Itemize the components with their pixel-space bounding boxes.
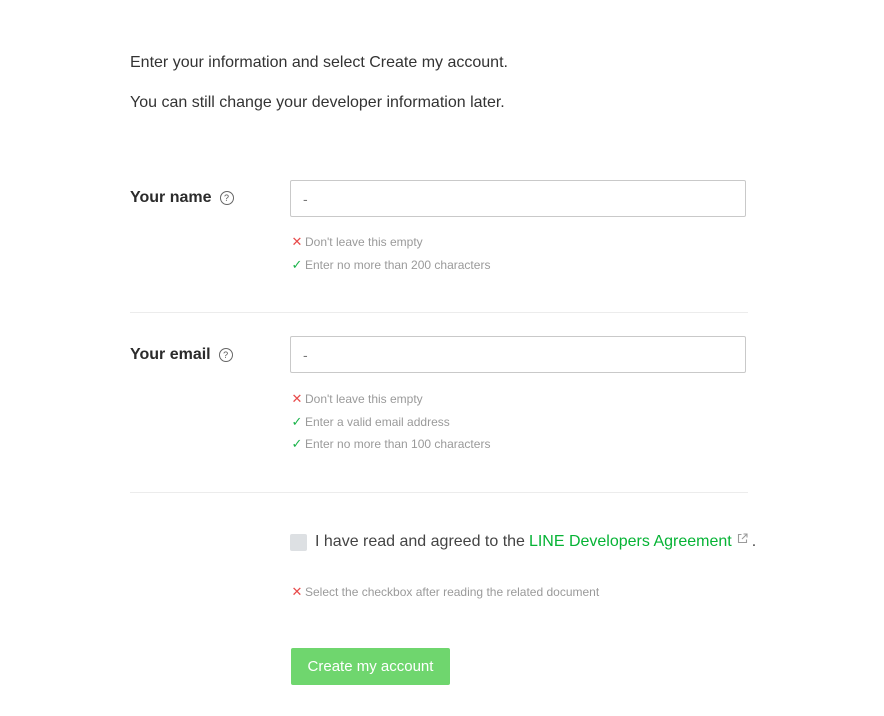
rule-text: Don't leave this empty: [305, 392, 423, 406]
name-rule-1: ✕ Don't leave this empty: [291, 234, 423, 250]
agreement-link[interactable]: LINE Developers Agreement: [529, 533, 732, 551]
agreement-error: ✕ Select the checkbox after reading the …: [291, 584, 600, 600]
cross-icon: ✕: [291, 234, 303, 249]
intro-line-2: You can still change your developer info…: [130, 94, 505, 111]
external-link-icon: [737, 532, 748, 544]
question-circle-icon[interactable]: ?: [219, 191, 234, 205]
email-rule-1: ✕ Don't leave this empty: [291, 391, 423, 407]
check-icon: ✓: [291, 257, 303, 272]
name-label-text: Your name: [130, 189, 212, 206]
check-icon: ✓: [291, 436, 303, 451]
rule-text: Enter no more than 200 characters: [305, 258, 491, 272]
divider: [130, 492, 748, 493]
create-account-button[interactable]: Create my account: [291, 648, 450, 685]
email-input[interactable]: [290, 336, 746, 373]
intro-line-1: Enter your information and select Create…: [130, 54, 508, 71]
rule-text: Select the checkbox after reading the re…: [305, 585, 600, 599]
cross-icon: ✕: [291, 391, 303, 406]
question-circle-icon[interactable]: ?: [218, 348, 233, 362]
divider: [130, 312, 748, 313]
agreement-row: I have read and agreed to the LINE Devel…: [290, 532, 757, 551]
email-rule-3: ✓ Enter no more than 100 characters: [291, 436, 491, 452]
agreement-prefix: I have read and agreed to the: [315, 533, 525, 550]
rule-text: Enter no more than 100 characters: [305, 437, 491, 451]
cross-icon: ✕: [291, 584, 303, 599]
rule-text: Enter a valid email address: [305, 415, 450, 429]
email-label-text: Your email: [130, 346, 211, 363]
email-label: Your email ?: [130, 346, 233, 364]
name-input[interactable]: [290, 180, 746, 217]
rule-text: Don't leave this empty: [305, 235, 423, 249]
name-rule-2: ✓ Enter no more than 200 characters: [291, 257, 491, 273]
agreement-suffix: .: [751, 533, 757, 550]
agreement-checkbox[interactable]: [290, 533, 307, 551]
name-label: Your name ?: [130, 189, 234, 207]
check-icon: ✓: [291, 414, 303, 429]
email-rule-2: ✓ Enter a valid email address: [291, 414, 450, 430]
